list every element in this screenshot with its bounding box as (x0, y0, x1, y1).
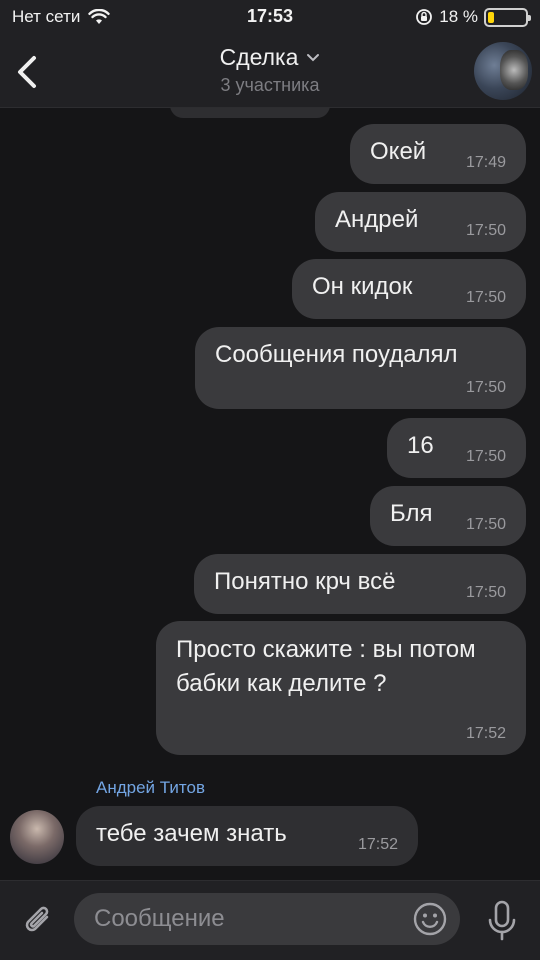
message-text: Бля (390, 500, 433, 527)
chat-avatar[interactable] (474, 42, 532, 100)
rotation-lock-icon (416, 9, 433, 25)
sender-avatar[interactable] (10, 810, 64, 864)
previous-message-bubble (170, 108, 330, 118)
battery-icon (484, 7, 531, 27)
chat-title-block[interactable]: Сделка 3 участника (0, 44, 540, 96)
message-bubble[interactable]: Он кидок 17:50 (292, 259, 526, 319)
paperclip-icon[interactable] (20, 901, 56, 941)
message-text: Андрей (335, 206, 419, 233)
message-input[interactable] (94, 905, 394, 933)
participants-count: 3 участника (220, 75, 320, 95)
message-bubble[interactable]: Андрей 17:50 (315, 192, 526, 252)
message-bubble[interactable]: 16 17:50 (387, 418, 526, 478)
message-text: 16 (407, 432, 434, 459)
message-input-wrapper[interactable] (74, 893, 460, 945)
message-text: Сообщения поудалял (215, 341, 458, 368)
message-text: Окей (370, 138, 427, 165)
message-time: 17:50 (465, 222, 506, 239)
sender-name[interactable]: Андрей Титов (96, 778, 205, 798)
message-time: 17:50 (465, 448, 506, 465)
message-text: Он кидок (312, 273, 413, 300)
message-time: 17:50 (465, 379, 506, 396)
battery-fill (488, 11, 495, 23)
chat-title-text: Сделка (219, 44, 299, 70)
message-bubble[interactable]: Сообщения поудалял 17:50 (195, 327, 526, 409)
message-text: Просто скажите : вы потом бабки как дели… (176, 636, 476, 697)
message-time: 17:50 (465, 289, 506, 306)
message-bubble[interactable]: Понятно крч всё 17:50 (194, 554, 526, 614)
message-time: 17:52 (465, 725, 506, 742)
status-right: 18 % (415, 7, 531, 27)
message-time: 17:50 (465, 516, 506, 533)
message-list[interactable]: Окей 17:49 Андрей 17:50 Он кидок 17:50 С… (0, 108, 540, 880)
microphone-icon[interactable] (486, 899, 518, 943)
message-time: 17:52 (357, 836, 398, 853)
message-text: Понятно крч всё (214, 568, 396, 595)
status-bar: Нет сети 17:53 18 % (0, 0, 540, 36)
message-bubble[interactable]: Бля 17:50 (370, 486, 526, 546)
chat-title[interactable]: Сделка (220, 44, 321, 71)
message-bubble[interactable]: Окей 17:49 (350, 124, 526, 184)
message-time: 17:50 (465, 584, 506, 601)
message-bubble[interactable]: Просто скажите : вы потом бабки как дели… (156, 621, 526, 755)
message-text: тебе зачем знать (96, 820, 287, 847)
emoji-icon[interactable] (412, 901, 448, 937)
incoming-message-bubble[interactable]: тебе зачем знать 17:52 (76, 806, 418, 866)
chevron-down-icon (307, 53, 320, 61)
chat-header: Сделка 3 участника (0, 36, 540, 108)
message-time: 17:49 (465, 154, 506, 171)
battery-percent: 18 % (439, 7, 478, 26)
message-composer (0, 880, 540, 960)
